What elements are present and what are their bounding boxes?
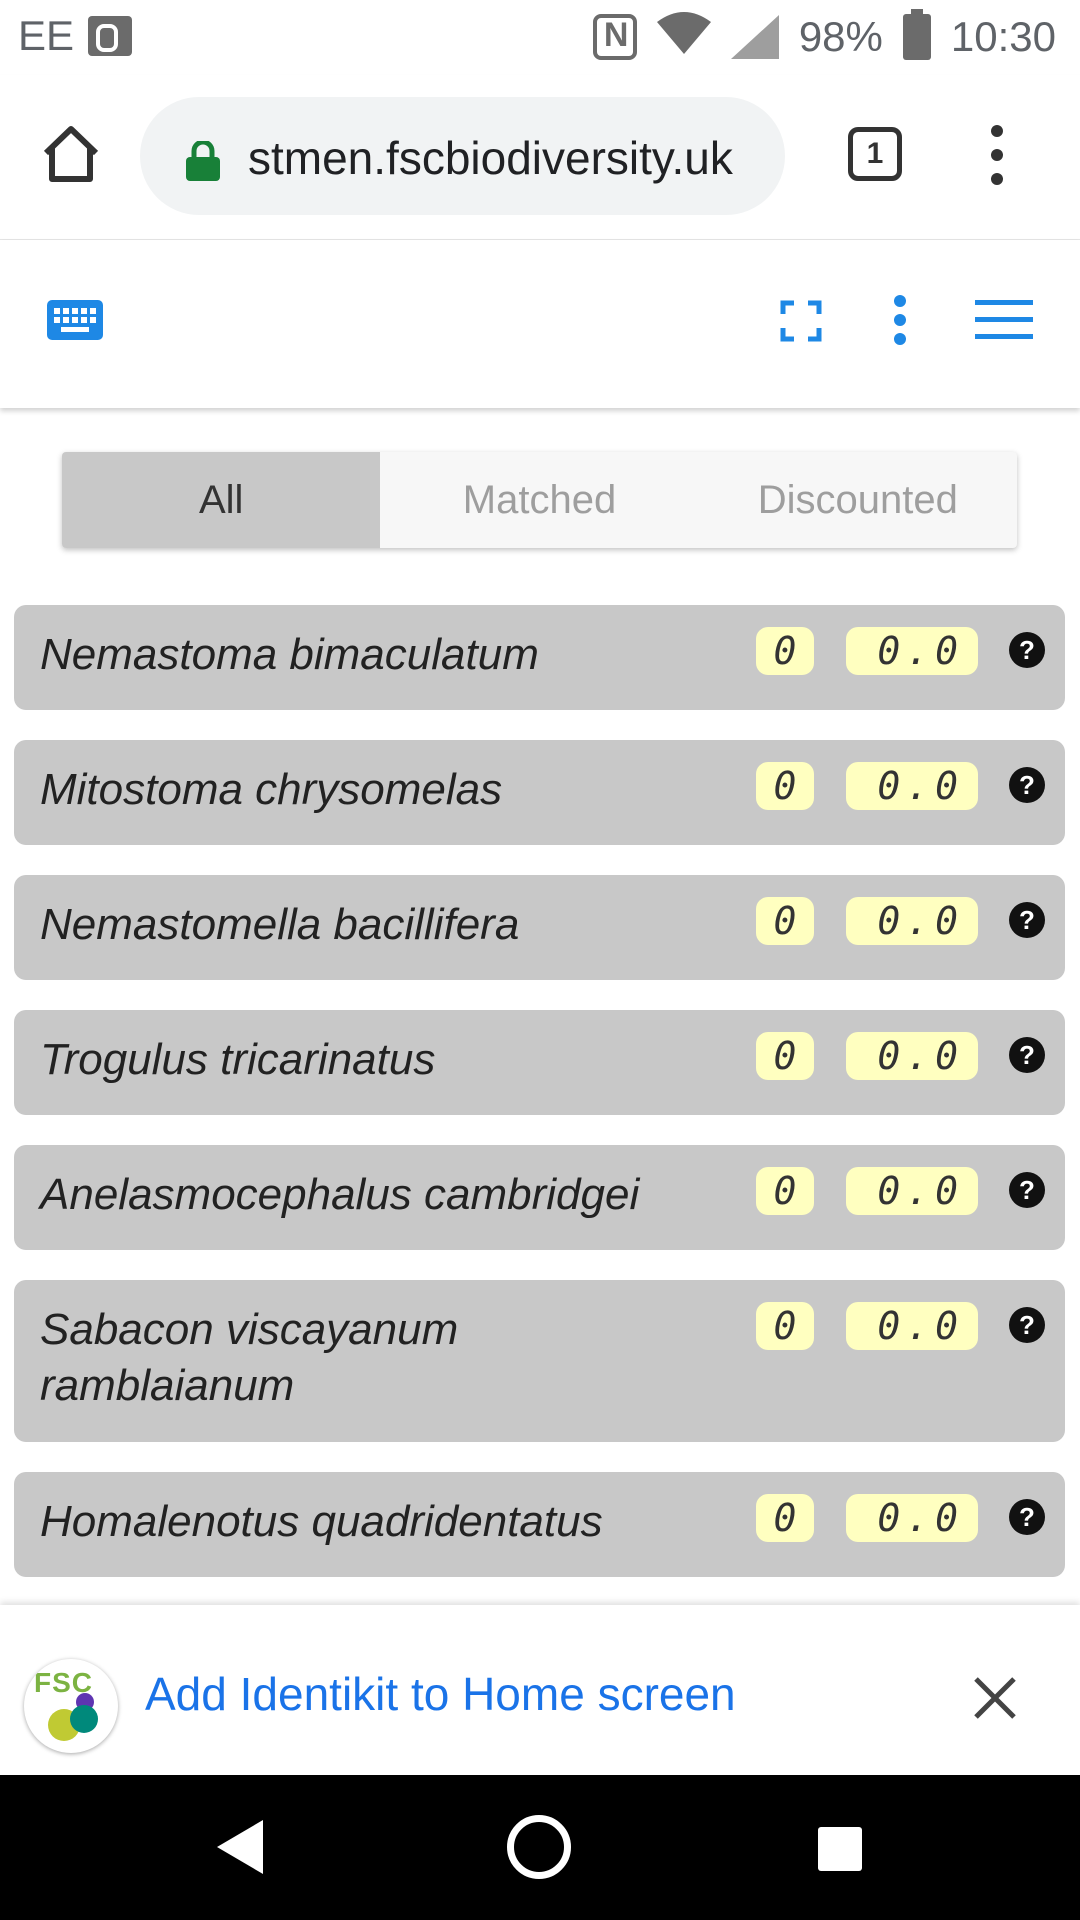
fullscreen-button[interactable] xyxy=(780,300,822,342)
status-bar: EE 98% 10:30 xyxy=(0,0,1080,75)
species-name: Anelasmocephalus cambridgei xyxy=(40,1170,640,1219)
system-nav-bar xyxy=(0,1775,1080,1920)
keyboard-button[interactable] xyxy=(47,300,103,340)
battery-percent: 98% xyxy=(798,13,883,60)
score-badge: 0.0 xyxy=(846,762,978,810)
url-text: stmen.fscbiodiversity.uk xyxy=(248,132,733,184)
logo-dot xyxy=(70,1705,98,1733)
species-name: Nemastomella bacillifera xyxy=(40,900,520,949)
help-icon[interactable]: ? xyxy=(1009,632,1045,668)
hamburger-line xyxy=(975,334,1033,339)
outlook-notification-icon xyxy=(88,16,133,56)
clock: 10:30 xyxy=(950,13,1056,60)
tab-discounted[interactable]: Discounted xyxy=(699,452,1017,548)
help-icon[interactable]: ? xyxy=(1009,767,1045,803)
recents-button[interactable] xyxy=(818,1827,862,1871)
filter-tabs: All Matched Discounted xyxy=(62,452,1017,548)
species-name: Nemastoma bimaculatum xyxy=(40,630,539,679)
status-right: 98% 10:30 xyxy=(592,9,1056,64)
score-badge: 0.0 xyxy=(846,1167,978,1215)
count-badge: 0 xyxy=(756,1494,814,1542)
more-vert-dot xyxy=(894,314,906,326)
add-to-home-banner[interactable]: FSC Add Identikit to Home screen xyxy=(0,1605,1080,1775)
hamburger-line xyxy=(975,317,1033,322)
score-badge: 0.0 xyxy=(846,1302,978,1350)
battery-icon xyxy=(902,9,931,60)
fullscreen-icon xyxy=(780,300,822,342)
hamburger-menu-button[interactable] xyxy=(975,300,1033,340)
back-triangle-icon xyxy=(217,1820,263,1874)
tab-all[interactable]: All xyxy=(62,452,381,548)
app-toolbar xyxy=(0,240,1080,408)
species-name: Trogulus tricarinatus xyxy=(40,1035,436,1084)
browser-home-button[interactable] xyxy=(40,123,102,185)
count-badge: 0 xyxy=(756,1032,814,1080)
list-item[interactable]: Nemastoma bimaculatum 0 0.0 ? xyxy=(14,605,1065,710)
close-icon xyxy=(974,1677,1016,1719)
list-item[interactable]: Sabacon viscayanum ramblaianum 0 0.0 ? xyxy=(14,1280,1065,1442)
list-item[interactable]: Nemastomella bacillifera 0 0.0 ? xyxy=(14,875,1065,980)
browser-menu-button[interactable] xyxy=(985,125,1009,185)
count-badge: 0 xyxy=(756,762,814,810)
address-bar[interactable]: stmen.fscbiodiversity.uk xyxy=(140,97,785,215)
tab-matched[interactable]: Matched xyxy=(380,452,698,548)
lock-icon xyxy=(186,139,220,181)
help-icon[interactable]: ? xyxy=(1009,1037,1045,1073)
tab-switcher-button[interactable]: 1 xyxy=(848,127,902,181)
hamburger-icon xyxy=(975,300,1033,305)
more-vert-dot xyxy=(894,333,906,345)
help-icon[interactable]: ? xyxy=(1009,1499,1045,1535)
species-name: Homalenotus quadridentatus xyxy=(40,1497,603,1546)
species-list: Nemastoma bimaculatum 0 0.0 ? Mitostoma … xyxy=(14,605,1065,1607)
score-badge: 0.0 xyxy=(846,627,978,675)
species-name: Sabacon viscayanum ramblaianum xyxy=(40,1305,459,1410)
help-icon[interactable]: ? xyxy=(1009,1307,1045,1343)
count-badge: 0 xyxy=(756,897,814,945)
score-badge: 0.0 xyxy=(846,1494,978,1542)
app-options-button[interactable] xyxy=(890,295,910,345)
cell-signal-icon xyxy=(730,15,779,59)
home-icon xyxy=(43,126,99,182)
score-badge: 0.0 xyxy=(846,1032,978,1080)
add-to-home-text[interactable]: Add Identikit to Home screen xyxy=(145,1667,736,1721)
banner-close-button[interactable] xyxy=(972,1675,1018,1721)
back-button[interactable] xyxy=(215,1818,265,1881)
count-badge: 0 xyxy=(756,1302,814,1350)
carrier-label: EE xyxy=(18,12,75,59)
list-item[interactable]: Mitostoma chrysomelas 0 0.0 ? xyxy=(14,740,1065,845)
score-badge: 0.0 xyxy=(846,897,978,945)
more-vert-icon xyxy=(894,295,906,307)
help-icon[interactable]: ? xyxy=(1009,902,1045,938)
home-button[interactable] xyxy=(507,1815,571,1879)
list-item[interactable]: Anelasmocephalus cambridgei 0 0.0 ? xyxy=(14,1145,1065,1250)
count-badge: 0 xyxy=(756,627,814,675)
more-vert-icon xyxy=(991,125,1003,137)
help-icon[interactable]: ? xyxy=(1009,1172,1045,1208)
status-left: EE xyxy=(18,12,133,60)
more-vert-dot xyxy=(991,173,1003,185)
list-item[interactable]: Trogulus tricarinatus 0 0.0 ? xyxy=(14,1010,1065,1115)
species-name: Mitostoma chrysomelas xyxy=(40,765,503,814)
wifi-icon xyxy=(656,10,711,64)
keyboard-icon xyxy=(47,300,103,340)
count-badge: 0 xyxy=(756,1167,814,1215)
browser-toolbar: stmen.fscbiodiversity.uk 1 xyxy=(0,75,1080,240)
nfc-icon xyxy=(592,14,637,60)
fsc-logo: FSC xyxy=(24,1659,118,1753)
more-vert-dot xyxy=(991,149,1003,161)
list-item[interactable]: Homalenotus quadridentatus 0 0.0 ? xyxy=(14,1472,1065,1577)
